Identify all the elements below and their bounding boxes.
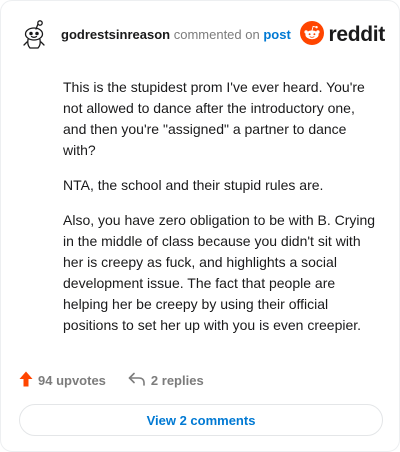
comment-card: godrestsinreason commented on post reddi… bbox=[0, 0, 400, 452]
view-comments-button[interactable]: View 2 comments bbox=[19, 404, 383, 436]
upvote-arrow-icon bbox=[19, 371, 38, 390]
comment-paragraph: This is the stupidest prom I've ever hea… bbox=[63, 79, 365, 158]
upvote-button[interactable]: 94 upvotes bbox=[19, 371, 106, 390]
snoo-avatar-icon[interactable] bbox=[19, 19, 51, 51]
username[interactable]: godrestsinreason bbox=[61, 27, 170, 42]
reddit-logo[interactable]: reddit bbox=[300, 20, 385, 50]
comment-actions: 94 upvotes 2 replies bbox=[19, 367, 226, 393]
upvote-count: 94 upvotes bbox=[38, 372, 106, 388]
comment-paragraph: NTA, the school and their stupid rules a… bbox=[63, 177, 324, 193]
replies-count: 2 replies bbox=[150, 372, 204, 388]
post-link[interactable]: post bbox=[263, 27, 290, 42]
reddit-wordmark: reddit bbox=[328, 23, 385, 46]
comment-meta: godrestsinreason commented on post bbox=[61, 27, 291, 42]
reply-arrow-icon bbox=[128, 371, 151, 390]
replies-button[interactable]: 2 replies bbox=[128, 371, 204, 390]
comment-body: This is the stupidest prom I've ever hea… bbox=[63, 77, 381, 350]
comment-header: godrestsinreason commented on post reddi… bbox=[19, 19, 385, 51]
comment-paragraph: Also, you have zero obligation to be wit… bbox=[63, 212, 376, 333]
reddit-logo-icon bbox=[300, 20, 325, 50]
action-text: commented on bbox=[173, 27, 260, 42]
